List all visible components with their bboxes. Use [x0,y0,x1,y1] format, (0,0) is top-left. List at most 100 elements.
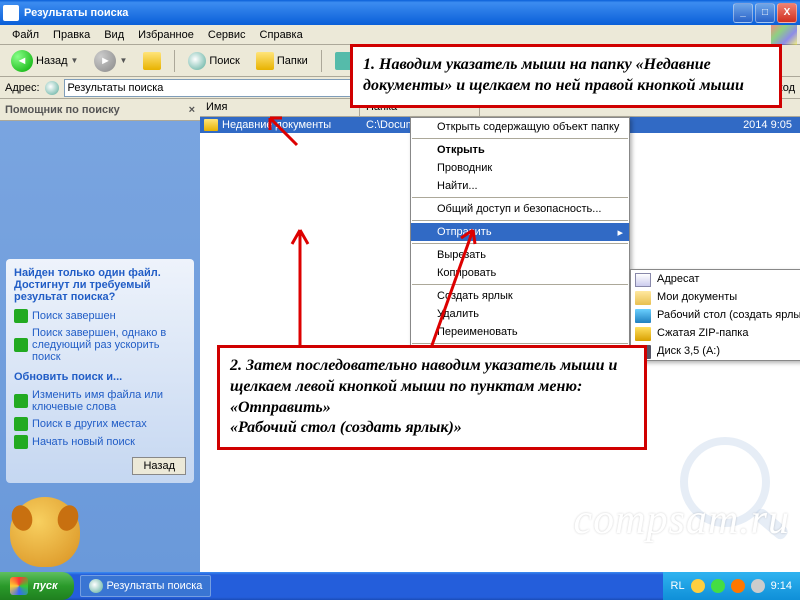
search-dog-icon[interactable] [10,497,80,567]
panel-title: Найден только один файл. Достигнут ли тр… [14,267,186,303]
menu-file[interactable]: Файл [5,27,46,43]
tray-icon[interactable] [711,579,725,593]
windows-logo-icon [10,577,28,595]
sub-zip[interactable]: Сжатая ZIP-папка [631,324,800,342]
sidebar: Помощник по поиску × Найден только один … [0,99,200,572]
red-arrow-icon [262,110,302,150]
zip-icon [635,327,651,341]
sendto-submenu: Адресат Мои документы Рабочий стол (созд… [630,269,800,361]
forward-dropdown-icon: ▼ [119,56,127,65]
back-arrow-icon: ◄ [11,50,33,72]
link-change-name[interactable]: Изменить имя файла или ключевые слова [14,387,186,415]
window-icon [3,5,19,21]
sidebar-content: Найден только один файл. Достигнут ли тр… [0,121,200,501]
arrow-icon [14,417,28,431]
menu-view[interactable]: Вид [97,27,131,43]
address-icon [45,81,59,95]
search-button[interactable]: Поиск [182,48,245,74]
folders-button[interactable]: Папки [250,48,314,74]
mail-icon [635,273,651,287]
taskbar-item[interactable]: Результаты поиска [80,575,212,597]
clock[interactable]: 9:14 [771,580,792,592]
tray-icon[interactable] [691,579,705,593]
menu-help[interactable]: Справка [253,27,310,43]
taskbar: пуск Результаты поиска RL 9:14 [0,572,800,600]
link-search-done[interactable]: Поиск завершен [14,307,186,325]
sidebar-header: Помощник по поиску × [0,99,200,121]
sub-mydocs[interactable]: Мои документы [631,288,800,306]
red-arrow-icon [425,220,485,350]
panel-title-2: Обновить поиск и... [14,371,186,383]
separator [174,50,175,72]
ctx-open[interactable]: Открыть [411,141,629,159]
search-result-panel: Найден только один файл. Достигнут ли тр… [6,259,194,483]
sidebar-back-button[interactable]: Назад [132,457,186,475]
windows-logo-icon [771,25,797,45]
arrow-icon [14,435,28,449]
menu-bar: Файл Правка Вид Избранное Сервис Справка [0,25,800,45]
item-date: 2014 9:05 [743,119,792,131]
separator [321,50,322,72]
folders-label: Папки [277,55,308,67]
arrow-icon [14,338,28,352]
annotation-1: 1. Наводим указатель мыши на папку «Неда… [350,44,782,108]
tray-icon[interactable] [751,579,765,593]
watermark: compsam.ru [574,496,791,544]
sub-floppy[interactable]: Диск 3,5 (A:) [631,342,800,360]
task-label: Результаты поиска [107,580,203,592]
sub-addressee[interactable]: Адресат [631,270,800,288]
menu-favorites[interactable]: Избранное [131,27,201,43]
ctx-security[interactable]: Общий доступ и безопасность... [411,200,629,218]
sub-label: Сжатая ZIP-папка [657,327,748,339]
arrow-icon [14,394,28,408]
up-button[interactable] [137,48,167,74]
sub-label: Диск 3,5 (A:) [657,345,720,357]
back-dropdown-icon: ▼ [71,56,79,65]
link-new-search[interactable]: Начать новый поиск [14,433,186,451]
mydocs-icon [635,291,651,305]
link-speed-up[interactable]: Поиск завершен, однако в следующий раз у… [14,325,186,365]
link-other-places[interactable]: Поиск в других местах [14,415,186,433]
sub-label: Адресат [657,273,699,285]
sub-label: Мои документы [657,291,737,303]
tray-icon[interactable] [731,579,745,593]
ctx-open-containing[interactable]: Открыть содержащую объект папку [411,118,629,136]
menu-edit[interactable]: Правка [46,27,97,43]
titlebar: Результаты поиска _ □ X [0,0,800,25]
folders-icon [256,52,274,70]
address-label: Адрес: [5,82,40,94]
link-label: Начать новый поиск [32,436,135,448]
minimize-button[interactable]: _ [733,3,753,23]
back-button[interactable]: ◄ Назад ▼ [5,46,84,76]
sub-desktop[interactable]: Рабочий стол (создать ярлык) [631,306,800,324]
ctx-find[interactable]: Найти... [411,177,629,195]
close-button[interactable]: X [777,3,797,23]
submenu-arrow-icon: ▸ [617,226,623,239]
back-label: Назад [36,55,68,67]
sub-label: Рабочий стол (создать ярлык) [657,309,800,321]
annotation-2: 2. Затем последовательно наводим указате… [217,345,647,450]
search-label: Поиск [209,55,239,67]
link-label: Изменить имя файла или ключевые слова [32,389,186,413]
arrow-icon [14,309,28,323]
folder-icon [204,119,218,131]
system-tray: RL 9:14 [663,572,800,600]
task-icon [89,579,103,593]
forward-button[interactable]: ► ▼ [88,46,133,76]
menu-tools[interactable]: Сервис [201,27,253,43]
main-area: Помощник по поиску × Найден только один … [0,99,800,572]
search-icon [188,52,206,70]
forward-arrow-icon: ► [94,50,116,72]
sidebar-title: Помощник по поиску [5,104,120,116]
link-label: Поиск завершен, однако в следующий раз у… [32,327,186,363]
language-indicator[interactable]: RL [671,580,685,592]
window-title: Результаты поиска [24,7,731,19]
start-button[interactable]: пуск [0,572,74,600]
ctx-explorer[interactable]: Проводник [411,159,629,177]
link-label: Поиск завершен [32,310,116,322]
red-arrow-icon [280,220,330,350]
folder-up-icon [143,52,161,70]
maximize-button[interactable]: □ [755,3,775,23]
desktop-icon [635,309,651,323]
sidebar-close-icon[interactable]: × [189,104,195,116]
